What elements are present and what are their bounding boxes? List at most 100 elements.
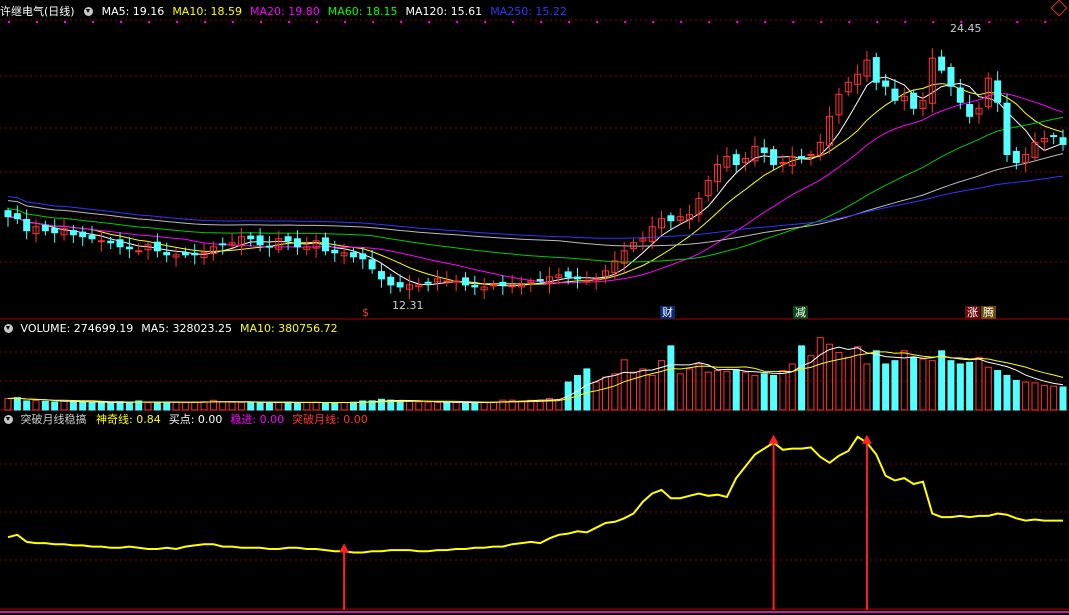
volume-bar <box>51 401 59 411</box>
event-marker-1[interactable]: 财 <box>660 306 675 319</box>
candle-body <box>732 154 740 166</box>
volume-bar <box>760 373 768 411</box>
volume-bar <box>826 343 834 411</box>
candle-body <box>256 235 264 246</box>
event-marker-4[interactable]: 腾 <box>981 306 996 319</box>
volume-bar <box>331 402 339 411</box>
candle-body <box>956 87 964 103</box>
volume-bar <box>994 370 1002 411</box>
volume-bar <box>676 373 684 411</box>
volume-bar <box>872 350 880 411</box>
volume-bar <box>13 397 21 411</box>
candle-body <box>163 252 171 256</box>
candle-body <box>23 218 31 232</box>
signal-dot <box>400 21 403 23</box>
indicator-line <box>7 435 1063 554</box>
volume-bar <box>79 401 87 411</box>
signal-dot <box>120 21 123 23</box>
candle-body <box>891 88 899 101</box>
signal-dot <box>92 21 95 23</box>
volume-bar <box>293 402 301 411</box>
candle-body <box>284 236 292 242</box>
volume-bar <box>443 402 451 411</box>
indicator-legend-item-2: 稳进: 0.00 <box>230 413 285 426</box>
candle-body <box>938 56 946 71</box>
candle-body <box>387 276 395 286</box>
candle-body <box>536 279 544 282</box>
volume-bar <box>686 368 694 411</box>
volume-bar <box>854 346 862 411</box>
main-legend-item-0: MA5: 19.16 <box>101 5 165 18</box>
volume-bar <box>32 400 40 411</box>
indicator-toggle-icon[interactable] <box>4 415 13 424</box>
volume-bar <box>695 363 703 411</box>
volume-bar <box>181 401 189 411</box>
candle-body <box>564 271 572 278</box>
volume-bar <box>975 356 983 411</box>
candle-body <box>135 250 143 253</box>
candle-body <box>359 253 367 260</box>
event-marker-0[interactable]: $ <box>360 306 371 319</box>
volume-bar <box>863 363 871 411</box>
candle-body <box>293 238 301 248</box>
main-legend-item-4: MA120: 15.61 <box>405 5 483 18</box>
main-toggle-icon[interactable] <box>84 7 94 16</box>
volume-bar <box>592 381 600 411</box>
signal-dot <box>820 21 823 23</box>
signal-dot <box>624 21 627 23</box>
grid-lines <box>0 19 1069 613</box>
candle-body <box>13 213 21 220</box>
kline-chart: 24.45 12.31 <box>0 19 1069 613</box>
volume-bar <box>312 401 320 411</box>
candle-body <box>947 67 955 87</box>
volume-bar <box>1040 384 1048 411</box>
volume-bar <box>349 401 357 411</box>
signal-dot <box>1044 21 1047 23</box>
volume-bar <box>489 401 497 411</box>
main-legend-items: MA5: 19.16 MA10: 18.59 MA20: 19.80 MA60: 18… <box>102 5 575 18</box>
volume-bar <box>844 356 852 411</box>
volume-bar <box>256 402 264 411</box>
signal-dot <box>232 21 235 23</box>
candle-body <box>247 235 255 240</box>
volume-legend-items: VOLUME: 274699.19 MA5: 328023.25 MA10: 380… <box>21 322 346 335</box>
candle-body <box>966 104 974 117</box>
candle-body <box>798 156 806 159</box>
candle-body <box>331 249 339 254</box>
signal-dot <box>708 21 711 23</box>
signal-dot <box>512 21 515 23</box>
candle-body <box>153 241 161 252</box>
volume-bar <box>938 350 946 411</box>
candle-body <box>51 227 59 234</box>
volume-bar <box>1022 381 1030 411</box>
volume-bar <box>807 355 815 411</box>
main-legend-item-2: MA20: 19.80 <box>250 5 320 18</box>
event-marker-2[interactable]: 减 <box>793 306 808 319</box>
volume-bar <box>947 360 955 411</box>
signal-dot <box>932 21 935 23</box>
indicator-legend-item-0: 神奇线: 0.84 <box>96 413 161 426</box>
volume-ma10-line <box>7 351 1064 403</box>
volume-bar <box>1059 386 1067 411</box>
candle-body <box>97 240 105 243</box>
event-marker-3[interactable]: 涨 <box>965 306 980 319</box>
indicator-name: 突破月线稳搞 <box>20 413 87 426</box>
candle-body <box>1003 102 1011 155</box>
volume-bar <box>1012 379 1020 411</box>
signal-dot <box>540 21 543 23</box>
volume-legend: VOLUME: 274699.19 MA5: 328023.25 MA10: 380… <box>0 321 354 336</box>
signal-dot <box>316 21 319 23</box>
volume-bar <box>172 401 180 411</box>
volume-bar <box>816 337 824 411</box>
volume-toggle-icon[interactable] <box>4 324 13 333</box>
signal-dot <box>680 21 683 23</box>
candle-body <box>349 252 357 258</box>
candle-body <box>107 240 115 244</box>
signal-dot <box>764 21 767 23</box>
candle-body <box>770 149 778 166</box>
volume-bar <box>433 401 441 411</box>
volume-bar <box>714 370 722 411</box>
volume-bar <box>770 374 778 411</box>
candle-body <box>882 80 890 87</box>
volume-bar <box>60 400 68 411</box>
